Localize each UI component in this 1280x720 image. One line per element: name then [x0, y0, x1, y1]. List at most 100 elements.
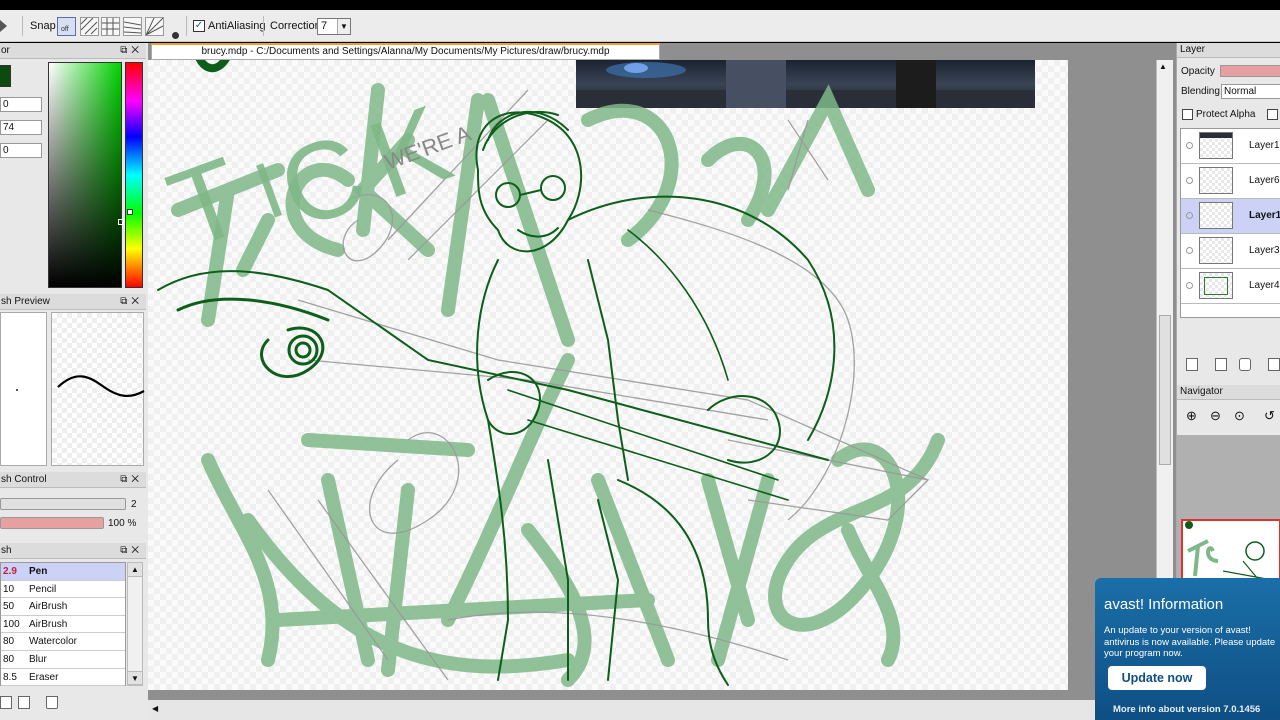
layer-thumbnail-band [1200, 133, 1232, 138]
layer-list: Layer10 Layer6 Layer1 Layer3 Layer4 [1180, 128, 1280, 318]
antialias-checkbox[interactable]: ✓ [193, 20, 205, 32]
layer-row[interactable]: Layer10 [1181, 129, 1280, 164]
layer-visibility-icon[interactable] [1186, 177, 1193, 184]
layer-visibility-icon[interactable] [1186, 142, 1193, 149]
navigator-tools: ⊕ ⊖ ⊙ ↺ [1180, 407, 1280, 427]
hue-slider-marker[interactable] [127, 209, 133, 215]
brush-name: AirBrush [29, 618, 68, 630]
brush-list-scrollbar[interactable]: ▲ ▼ [127, 562, 143, 686]
scroll-up-icon[interactable]: ▲ [128, 563, 142, 577]
antialias-label: AntiAliasing [208, 20, 266, 32]
clipping-checkbox[interactable] [1267, 109, 1278, 120]
layer-row[interactable]: Layer4 [1181, 269, 1280, 304]
correction-value: 7 [321, 20, 328, 32]
layer-thumbnail [1199, 202, 1233, 229]
color-field-2[interactable]: 74 [0, 120, 42, 135]
toolbar-separator [22, 16, 23, 36]
top-toolbar: Snap off ✓ AntiAliasing Correction 7 ▼ [0, 10, 1280, 42]
layer-row-selected[interactable]: Layer1 [1181, 199, 1280, 234]
brush-panel-title: sh [1, 545, 12, 556]
new-brush-icon[interactable] [0, 696, 12, 709]
brush-size: 80 [3, 653, 15, 665]
scroll-up-icon[interactable]: ▲ [1159, 62, 1167, 71]
zoom-out-icon[interactable]: ⊖ [1210, 408, 1221, 424]
rotate-icon[interactable]: ↺ [1264, 408, 1275, 424]
merge-layer-icon[interactable] [1239, 358, 1251, 371]
sv-picker-marker[interactable] [118, 219, 124, 225]
svg-text:off: off [61, 26, 69, 33]
layer-row[interactable]: Layer3 [1181, 234, 1280, 269]
trash-icon[interactable] [46, 696, 58, 709]
brush-name: Pencil [29, 583, 57, 595]
saturation-value-picker[interactable] [48, 62, 122, 288]
panel-controls[interactable]: ⧉✕ [120, 43, 143, 58]
copy-brush-icon[interactable] [18, 696, 30, 709]
panel-controls[interactable]: ⧉✕ [120, 294, 143, 309]
brush-opacity-fill [1, 518, 103, 528]
snap-label: Snap [30, 20, 56, 32]
avast-message: An update to your version of avast! anti… [1104, 625, 1276, 659]
navigator-panel-header: Navigator [1177, 385, 1280, 400]
brush-tip-dot [16, 389, 18, 391]
zoom-reset-icon[interactable]: ⊙ [1234, 408, 1245, 424]
color-field-3[interactable]: 0 [0, 143, 42, 158]
brush-tools [0, 696, 146, 712]
avast-more-info-link[interactable]: More info about version 7.0.1456 [1113, 704, 1260, 715]
snap-parallel-icon[interactable] [80, 17, 99, 36]
blending-select[interactable]: Normal [1221, 84, 1280, 99]
color-panel-header: or ⧉✕ [0, 43, 146, 59]
scroll-left-icon[interactable]: ◀ [152, 704, 158, 713]
document-tab[interactable]: brucy.mdp - C:/Documents and Settings/Al… [151, 43, 660, 60]
hue-slider[interactable] [125, 62, 143, 288]
layer-row[interactable]: Layer6 [1181, 164, 1280, 199]
brush-size-value: 2 [131, 499, 137, 510]
snap-circle-icon[interactable] [172, 32, 179, 39]
layer-thumbnail [1199, 237, 1233, 264]
canvas-horizontal-scrollbar[interactable]: ◀ [148, 700, 1176, 720]
snap-grid-icon[interactable] [101, 17, 120, 36]
layer-visibility-icon[interactable] [1186, 282, 1193, 289]
brush-preview-title: sh Preview [1, 296, 50, 307]
toolbar-separator [186, 16, 187, 36]
layer-name: Layer10 [1249, 140, 1280, 151]
current-color-swatch[interactable] [0, 65, 11, 87]
update-now-button[interactable]: Update now [1108, 666, 1206, 690]
zoom-in-icon[interactable]: ⊕ [1186, 408, 1197, 424]
brush-item-pencil[interactable]: 10 Pencil [1, 581, 125, 599]
snap-off-button[interactable]: off [57, 17, 76, 36]
layer-thumbnail-sketch [1204, 277, 1228, 295]
brush-item-airbrush-2[interactable]: 100 AirBrush [1, 616, 125, 634]
brush-item-eraser[interactable]: 8.5 Eraser [1, 669, 125, 687]
protect-alpha-checkbox[interactable] [1182, 109, 1193, 120]
trash-icon[interactable] [1268, 358, 1280, 371]
canvas-scroll-thumb[interactable] [1159, 315, 1171, 465]
layer-opacity-slider[interactable] [1220, 65, 1280, 77]
canvas-area: brucy.mdp - C:/Documents and Settings/Al… [148, 43, 1176, 720]
chevron-down-icon[interactable]: ▼ [337, 19, 350, 34]
brush-item-pen[interactable]: 2.9 Pen [1, 563, 125, 581]
brush-item-blur[interactable]: 80 Blur [1, 651, 125, 669]
brush-item-watercolor[interactable]: 80 Watercolor [1, 633, 125, 651]
scroll-down-icon[interactable]: ▼ [128, 671, 142, 685]
brush-size: 10 [3, 583, 15, 595]
drawing-canvas[interactable]: T I C K WE'RE A [148, 60, 1068, 690]
snap-lines-icon[interactable] [123, 17, 142, 36]
brush-size: 100 [3, 618, 20, 630]
correction-select[interactable]: 7 ▼ [317, 18, 351, 35]
brush-item-airbrush[interactable]: 50 AirBrush [1, 598, 125, 616]
panel-controls[interactable]: ⧉✕ [120, 472, 143, 487]
color-field-1[interactable]: 0 [0, 97, 42, 112]
brush-size-slider[interactable] [0, 498, 126, 510]
layer-visibility-icon[interactable] [1186, 247, 1193, 254]
new-layer-icon[interactable] [1186, 358, 1198, 371]
snap-radial-icon[interactable] [145, 17, 164, 36]
opacity-label: Opacity [1181, 66, 1215, 77]
brush-opacity-slider[interactable] [0, 517, 104, 529]
duplicate-layer-icon[interactable] [1215, 358, 1227, 371]
stroke-preview-svg [57, 375, 145, 397]
brush-size: 2.9 [3, 566, 17, 577]
toolbar-expand-arrow-icon[interactable] [0, 20, 7, 32]
panel-controls[interactable]: ⧉✕ [120, 543, 143, 558]
layer-visibility-icon[interactable] [1186, 212, 1193, 219]
layer-panel-header: Layer [1177, 43, 1280, 58]
